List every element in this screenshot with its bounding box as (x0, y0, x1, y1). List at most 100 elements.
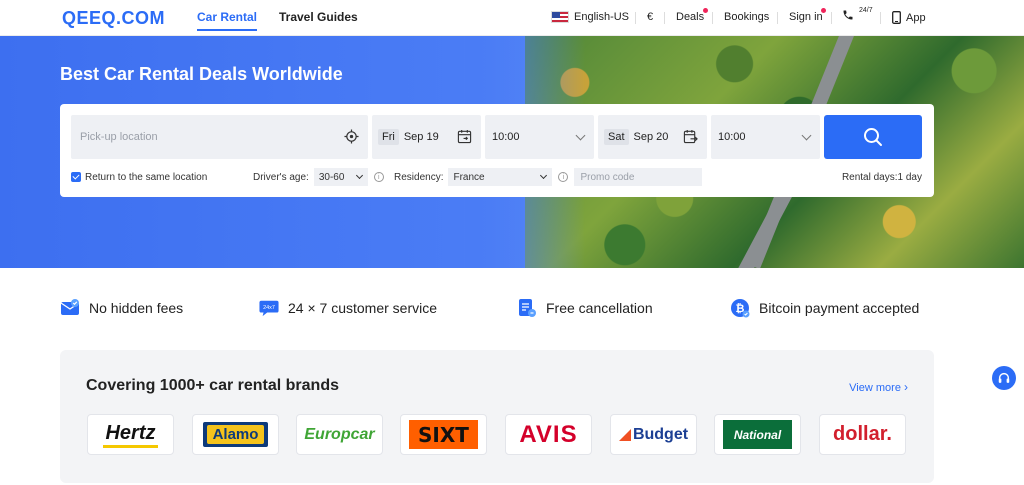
help-support-button[interactable] (992, 366, 1016, 390)
divider (712, 12, 713, 24)
pickup-location-input[interactable]: Pick-up location (71, 115, 368, 159)
calendar-icon (457, 129, 472, 144)
driver-age-value: 30-60 (318, 171, 345, 183)
chevron-down-icon (575, 130, 586, 141)
headset-icon (998, 372, 1010, 383)
chevron-down-icon (355, 171, 363, 180)
locate-target-icon[interactable] (344, 129, 359, 144)
divider (880, 12, 881, 24)
brand-card-dollar[interactable]: dollar. (819, 414, 906, 455)
info-icon[interactable]: i (373, 172, 384, 182)
search-panel: Pick-up location Fri Sep 19 10:00 Sat Se… (60, 104, 934, 197)
pickup-time-select[interactable]: 10:00 (485, 115, 594, 159)
brand-card-budget[interactable]: Budget (610, 414, 697, 455)
chat-24x7-icon: 24x7 (259, 300, 279, 317)
app-link[interactable]: App (892, 11, 926, 24)
brand-card-europcar[interactable]: Europcar (296, 414, 383, 455)
search-icon (864, 128, 882, 146)
dropoff-time: 10:00 (718, 131, 746, 143)
same-location-label: Return to the same location (85, 171, 208, 183)
divider (635, 12, 636, 24)
driver-age-select[interactable]: 30-60 (313, 168, 368, 186)
residency-value: France (453, 171, 485, 183)
feature-no-hidden-fees: No hidden fees (60, 298, 183, 318)
calendar-return-icon (683, 129, 698, 144)
bookings-link[interactable]: Bookings (724, 11, 769, 23)
brands-section: Covering 1000+ car rental brands View mo… (60, 350, 934, 483)
brand-card-hertz[interactable]: Hertz (87, 414, 174, 455)
national-logo: National (723, 420, 792, 449)
mobile-phone-icon (892, 11, 901, 24)
tab-car-rental[interactable]: Car Rental (197, 10, 258, 31)
us-flag-icon (551, 11, 569, 23)
customer-support-link[interactable]: 24/7 (842, 6, 873, 21)
residency-group: Residency: France i Promo code (394, 168, 703, 186)
view-more-label: View more (849, 382, 901, 394)
deals-link[interactable]: Deals (676, 8, 708, 23)
pickup-date: Sep 19 (403, 131, 439, 143)
feature-label: 24 × 7 customer service (288, 300, 438, 316)
feature-bitcoin: ₿ Bitcoin payment accepted (730, 298, 919, 318)
sign-in-label: Sign in (789, 11, 823, 23)
tab-travel-guides[interactable]: Travel Guides (279, 10, 358, 24)
notification-dot-icon (703, 8, 708, 13)
bitcoin-icon: ₿ (731, 299, 750, 318)
checkbox-checked-icon[interactable] (71, 172, 81, 182)
dropoff-day: Sat (604, 129, 629, 145)
document-cancel-icon (519, 299, 536, 317)
pickup-location-placeholder: Pick-up location (80, 131, 158, 143)
app-label: App (906, 11, 926, 24)
dropoff-date: Sep 20 (633, 131, 669, 143)
brand-name: AVIS (519, 420, 578, 448)
phone-icon (843, 10, 853, 20)
feature-label: No hidden fees (89, 300, 184, 316)
brand-name: Alamo (206, 425, 265, 444)
same-location-checkbox[interactable]: Return to the same location (71, 168, 207, 186)
brand-name: National (733, 427, 782, 442)
divider (831, 12, 832, 24)
view-more-link[interactable]: View more › (849, 380, 908, 394)
brand-card-national[interactable]: National (714, 414, 801, 455)
brand-name: Europcar (304, 425, 375, 443)
brand-card-avis[interactable]: AVIS (505, 414, 592, 455)
pickup-date-field[interactable]: Fri Sep 19 (372, 115, 481, 159)
budget-logo-icon (618, 428, 631, 441)
pickup-time: 10:00 (492, 131, 520, 143)
support-badge: 24/7 (859, 6, 873, 14)
bookings-label: Bookings (724, 11, 770, 23)
envelope-check-icon (60, 299, 80, 315)
feature-customer-service: 24x7 24 × 7 customer service (259, 298, 437, 318)
currency-selector[interactable]: € (647, 11, 653, 23)
brand-name: SIXT (418, 422, 469, 447)
driver-age-group: Driver's age: 30-60 i (253, 168, 384, 186)
divider (777, 12, 778, 24)
dropoff-date-field[interactable]: Sat Sep 20 (598, 115, 707, 159)
brand-card-sixt[interactable]: SIXT (400, 414, 487, 455)
brand-name: dollar. (833, 423, 892, 445)
top-header: QEEQ.COM Car Rental Travel Guides Englis… (0, 0, 1024, 36)
chevron-right-icon: › (904, 380, 908, 394)
chevron-down-icon (801, 130, 812, 141)
info-icon[interactable]: i (558, 172, 569, 182)
sign-in-link[interactable]: Sign in (789, 8, 826, 23)
promo-code-input[interactable]: Promo code (574, 168, 703, 186)
hero-title: Best Car Rental Deals Worldwide (60, 64, 343, 84)
sixt-logo: SIXT (409, 420, 478, 449)
brand-card-alamo[interactable]: Alamo (192, 414, 279, 455)
currency-label: € (647, 11, 654, 23)
driver-age-label: Driver's age: (253, 171, 309, 183)
notification-dot-icon (821, 8, 826, 13)
site-logo[interactable]: QEEQ.COM (62, 8, 165, 29)
rental-days: Rental days:1 day (841, 171, 922, 183)
feature-free-cancellation: Free cancellation (517, 298, 653, 318)
deals-label: Deals (676, 11, 705, 23)
feature-label: Bitcoin payment accepted (759, 300, 920, 316)
language-selector[interactable]: English-US (551, 11, 629, 23)
search-button[interactable] (824, 115, 922, 159)
language-label: English-US (574, 11, 630, 23)
hero-banner: Best Car Rental Deals Worldwide Pick-up … (0, 36, 1024, 268)
svg-text:24x7: 24x7 (263, 305, 275, 311)
residency-select[interactable]: France (448, 168, 553, 186)
hertz-logo: Hertz (103, 422, 158, 448)
dropoff-time-select[interactable]: 10:00 (711, 115, 820, 159)
